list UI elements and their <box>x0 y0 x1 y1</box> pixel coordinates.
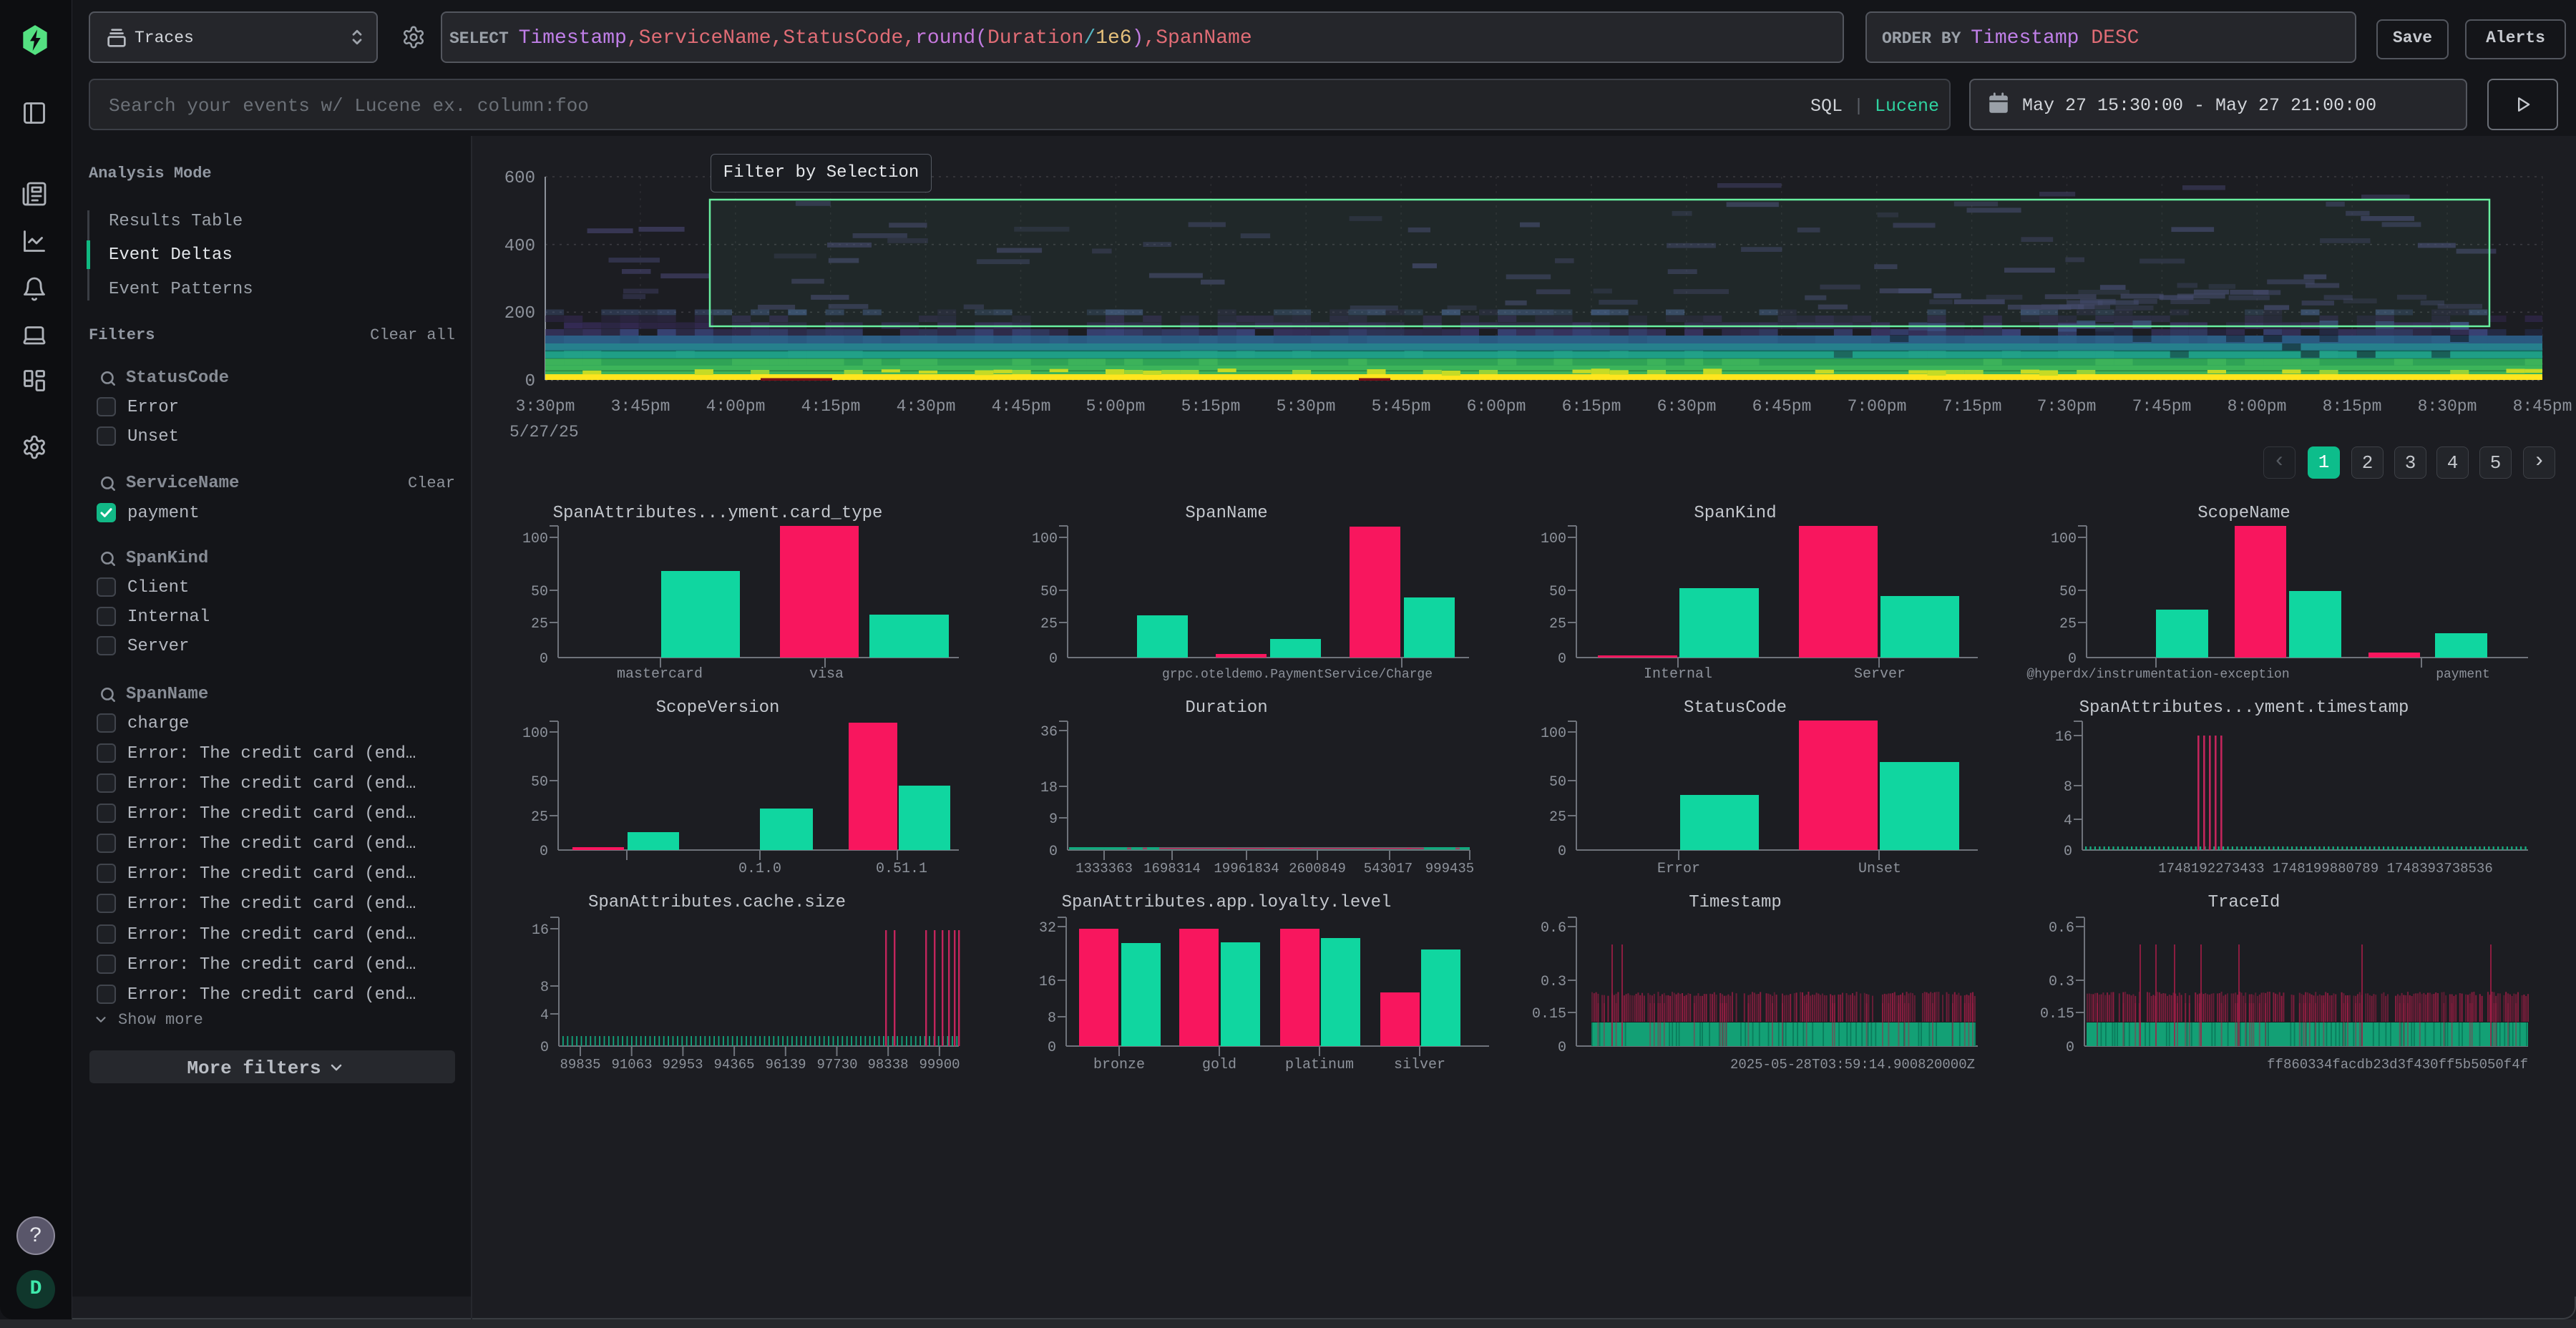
svg-text:visa: visa <box>809 666 844 683</box>
svg-text:25: 25 <box>531 616 548 633</box>
svg-text:18: 18 <box>1040 780 1058 796</box>
svg-text:25: 25 <box>531 809 548 826</box>
svg-text:Unset: Unset <box>1858 861 1901 877</box>
svg-text:50: 50 <box>1040 584 1058 600</box>
svg-text:0: 0 <box>540 844 548 860</box>
svg-text:0.6: 0.6 <box>2049 920 2074 937</box>
svg-text:32: 32 <box>1039 920 1056 937</box>
svg-text:98338: 98338 <box>867 1057 908 1073</box>
svg-text:50: 50 <box>531 584 548 600</box>
svg-text:97730: 97730 <box>816 1057 857 1073</box>
svg-text:ScopeVersion: ScopeVersion <box>656 698 780 718</box>
svg-text:999435: 999435 <box>1425 861 1474 877</box>
svg-text:Internal: Internal <box>1644 666 1712 683</box>
svg-text:25: 25 <box>1549 809 1566 826</box>
svg-text:0.15: 0.15 <box>2040 1006 2074 1022</box>
svg-text:payment: payment <box>2436 668 2490 682</box>
svg-text:100: 100 <box>2051 531 2077 547</box>
svg-text:Error: Error <box>1657 861 1700 877</box>
svg-text:0: 0 <box>1558 844 1566 860</box>
svg-text:1748192273433 1748199880789 17: 1748192273433 1748199880789 174839373853… <box>2158 861 2492 877</box>
svg-text:100: 100 <box>1032 531 1058 547</box>
svg-text:16: 16 <box>2055 729 2072 746</box>
svg-text:0.6: 0.6 <box>1541 920 1566 937</box>
svg-text:0: 0 <box>1048 1040 1056 1056</box>
svg-text:0.1.0: 0.1.0 <box>738 861 781 877</box>
svg-text:92953: 92953 <box>662 1057 703 1073</box>
svg-text:1698314: 1698314 <box>1143 861 1201 877</box>
svg-text:0: 0 <box>1558 1040 1566 1056</box>
svg-text:100: 100 <box>1541 726 1566 742</box>
svg-text:SpanAttributes.cache.size: SpanAttributes.cache.size <box>588 893 846 912</box>
svg-text:silver: silver <box>1394 1057 1445 1073</box>
svg-text:50: 50 <box>1549 774 1566 791</box>
svg-text:8: 8 <box>540 980 549 996</box>
svg-text:16: 16 <box>532 922 549 939</box>
svg-text:0.3: 0.3 <box>1541 974 1566 990</box>
svg-text:0: 0 <box>540 1040 549 1056</box>
svg-text:19961834: 19961834 <box>1214 861 1279 877</box>
svg-text:bronze: bronze <box>1093 1057 1145 1073</box>
svg-text:@hyperdx/instrumentation-excep: @hyperdx/instrumentation-exception <box>2026 668 2289 682</box>
svg-text:0: 0 <box>2064 844 2072 860</box>
svg-text:SpanAttributes...yment.card_ty: SpanAttributes...yment.card_type <box>553 504 883 523</box>
svg-text:99900: 99900 <box>919 1057 960 1073</box>
svg-text:SpanAttributes...yment.timesta: SpanAttributes...yment.timestamp <box>2079 698 2409 718</box>
svg-text:100: 100 <box>522 531 548 547</box>
svg-text:gold: gold <box>1202 1057 1236 1073</box>
svg-text:9: 9 <box>1049 811 1058 828</box>
svg-text:platinum: platinum <box>1285 1057 1354 1073</box>
svg-text:25: 25 <box>2059 616 2077 633</box>
svg-text:16: 16 <box>1039 974 1056 990</box>
svg-text:ff860334facdb23d3f430ff5b5050f: ff860334facdb23d3f430ff5b5050f4f <box>2267 1057 2528 1073</box>
svg-text:0: 0 <box>1049 651 1058 668</box>
svg-text:4: 4 <box>2064 813 2072 829</box>
svg-text:0.51.1: 0.51.1 <box>876 861 927 877</box>
svg-text:SpanAttributes.app.loyalty.lev: SpanAttributes.app.loyalty.level <box>1062 893 1392 912</box>
svg-text:2025-05-28T03:59:14.900820000Z: 2025-05-28T03:59:14.900820000Z <box>1730 1057 1975 1073</box>
svg-text:8: 8 <box>2064 779 2072 796</box>
svg-text:0: 0 <box>1049 844 1058 860</box>
svg-text:91063: 91063 <box>611 1057 652 1073</box>
svg-text:94365: 94365 <box>713 1057 754 1073</box>
svg-text:0.15: 0.15 <box>1532 1006 1566 1022</box>
svg-text:0: 0 <box>2068 651 2077 668</box>
svg-text:Server: Server <box>1854 666 1906 683</box>
svg-text:Timestamp: Timestamp <box>1689 893 1782 912</box>
svg-text:4: 4 <box>540 1007 549 1024</box>
svg-text:0: 0 <box>540 651 548 668</box>
svg-text:25: 25 <box>1549 616 1566 633</box>
svg-text:0: 0 <box>1558 651 1566 668</box>
svg-text:0.3: 0.3 <box>2049 974 2074 990</box>
svg-text:0: 0 <box>2066 1040 2074 1056</box>
svg-text:2600849: 2600849 <box>1289 861 1346 877</box>
svg-text:36: 36 <box>1040 724 1058 741</box>
svg-text:SpanName: SpanName <box>1185 504 1267 523</box>
svg-text:96139: 96139 <box>765 1057 806 1073</box>
svg-text:TraceId: TraceId <box>2208 893 2280 912</box>
svg-text:StatusCode: StatusCode <box>1684 698 1787 718</box>
svg-text:grpc.oteldemo.PaymentService/C: grpc.oteldemo.PaymentService/Charge <box>1162 668 1433 682</box>
svg-text:50: 50 <box>2059 584 2077 600</box>
svg-text:25: 25 <box>1040 616 1058 633</box>
svg-text:SpanKind: SpanKind <box>1694 504 1776 523</box>
svg-text:ScopeName: ScopeName <box>2197 504 2290 523</box>
svg-text:543017: 543017 <box>1364 861 1413 877</box>
svg-text:8: 8 <box>1048 1010 1056 1027</box>
svg-text:89835: 89835 <box>560 1057 600 1073</box>
svg-text:Duration: Duration <box>1185 698 1267 718</box>
svg-text:100: 100 <box>522 726 548 742</box>
svg-text:100: 100 <box>1541 531 1566 547</box>
svg-text:1333363: 1333363 <box>1075 861 1133 877</box>
svg-text:mastercard: mastercard <box>617 666 703 683</box>
svg-text:50: 50 <box>1549 584 1566 600</box>
svg-text:50: 50 <box>531 774 548 791</box>
